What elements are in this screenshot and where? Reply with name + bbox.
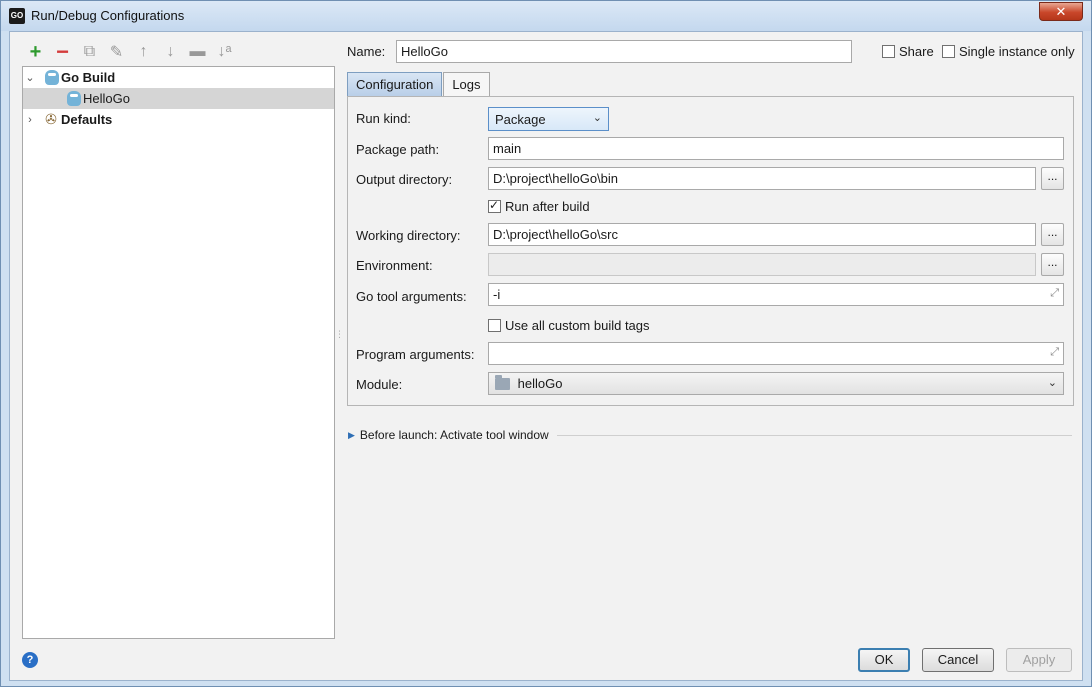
- program-arguments-label: Program arguments:: [356, 347, 475, 362]
- copy-configuration-button[interactable]: ⧉: [76, 40, 103, 64]
- name-label: Name:: [347, 44, 386, 59]
- output-directory-input[interactable]: D:\project\helloGo\bin: [488, 167, 1036, 190]
- configuration-tree[interactable]: ⌄ Go Build HelloGo › ✇ Defaults: [22, 66, 335, 639]
- tab-configuration[interactable]: Configuration: [347, 72, 443, 96]
- expand-icon[interactable]: ⤢: [1050, 346, 1059, 359]
- wrench-icon: ✇: [45, 111, 57, 127]
- run-kind-value: Package: [495, 112, 546, 127]
- share-checkbox[interactable]: Share: [882, 44, 934, 59]
- ok-button[interactable]: OK: [858, 648, 910, 672]
- chevron-down-icon: ⌄: [592, 112, 602, 124]
- expand-icon[interactable]: ⤢: [1050, 287, 1059, 300]
- package-path-input[interactable]: main: [488, 137, 1064, 160]
- before-launch-section[interactable]: ▶ Before launch: Activate tool window: [348, 428, 1072, 442]
- run-kind-label: Run kind:: [356, 111, 411, 126]
- tree-item-label: Go Build: [61, 70, 116, 85]
- run-kind-select[interactable]: Package ⌄: [488, 107, 609, 131]
- move-down-button[interactable]: ↓: [157, 40, 184, 64]
- chevron-down-icon[interactable]: ⌄: [23, 71, 37, 84]
- close-icon[interactable]: ✕: [1039, 2, 1083, 21]
- window-title: Run/Debug Configurations: [31, 8, 185, 23]
- remove-configuration-button[interactable]: −: [49, 39, 76, 64]
- checkbox-box[interactable]: [882, 45, 895, 58]
- working-directory-label: Working directory:: [356, 228, 461, 243]
- working-directory-input[interactable]: D:\project\helloGo\src: [488, 223, 1036, 246]
- single-instance-checkbox[interactable]: Single instance only: [942, 44, 1075, 59]
- configuration-panel: Run kind: Package ⌄ Package path: main O…: [347, 96, 1074, 406]
- go-tool-arguments-input[interactable]: -i ⤢: [488, 283, 1064, 306]
- chevron-down-icon: ⌄: [1047, 377, 1057, 389]
- tree-item-hellogo[interactable]: HelloGo: [23, 88, 334, 109]
- working-directory-browse-button[interactable]: ...: [1041, 223, 1064, 246]
- tree-item-label: Defaults: [61, 112, 113, 127]
- module-value: helloGo: [517, 376, 563, 391]
- divider: [556, 434, 1072, 436]
- run-after-build-label: Run after build: [505, 199, 590, 214]
- config-toolbar: + − ⧉ ✎ ↑ ↓ ▬ ↓ᵃ: [22, 39, 238, 64]
- cancel-button[interactable]: Cancel: [922, 648, 994, 672]
- checkbox-box[interactable]: [488, 198, 501, 213]
- edit-defaults-button[interactable]: ✎: [103, 40, 130, 64]
- output-directory-browse-button[interactable]: ...: [1041, 167, 1064, 190]
- before-launch-label: Before launch: Activate tool window: [359, 428, 549, 442]
- sort-button[interactable]: ↓ᵃ: [211, 40, 238, 64]
- module-label: Module:: [356, 377, 403, 392]
- chevron-right-icon[interactable]: ›: [23, 114, 37, 126]
- folder-button[interactable]: ▬: [184, 40, 211, 64]
- program-arguments-input[interactable]: ⤢: [488, 342, 1064, 365]
- apply-button: Apply: [1006, 648, 1072, 672]
- config-tabs: Configuration Logs: [347, 72, 491, 96]
- output-directory-label: Output directory:: [356, 172, 453, 187]
- checkbox-box[interactable]: [488, 319, 501, 332]
- environment-label: Environment:: [356, 258, 433, 273]
- run-debug-window: GO Run/Debug Configurations ✕ + − ⧉ ✎ ↑ …: [0, 0, 1092, 687]
- custom-build-tags-label: Use all custom build tags: [505, 318, 650, 333]
- title-bar: GO Run/Debug Configurations ✕: [1, 1, 1091, 31]
- folder-icon: [495, 375, 510, 390]
- share-label: Share: [899, 44, 934, 59]
- splitter-handle[interactable]: ⋮: [335, 330, 344, 346]
- tree-item-label: HelloGo: [83, 91, 130, 106]
- run-after-build-checkbox[interactable]: Run after build: [488, 198, 590, 214]
- add-configuration-button[interactable]: +: [22, 40, 49, 64]
- environment-browse-button[interactable]: ...: [1041, 253, 1064, 276]
- help-icon[interactable]: ?: [22, 652, 38, 668]
- checkbox-box[interactable]: [942, 45, 955, 58]
- environment-input: [488, 253, 1036, 276]
- custom-build-tags-checkbox[interactable]: Use all custom build tags: [488, 318, 650, 333]
- tab-logs[interactable]: Logs: [443, 72, 490, 96]
- tree-item-defaults[interactable]: › ✇ Defaults: [23, 109, 334, 130]
- tree-item-go-build[interactable]: ⌄ Go Build: [23, 67, 334, 88]
- go-app-icon: GO: [9, 8, 25, 24]
- move-up-button[interactable]: ↑: [130, 40, 157, 64]
- name-input[interactable]: HelloGo: [396, 40, 852, 63]
- go-tool-arguments-value: -i: [493, 287, 501, 302]
- gopher-icon: [67, 91, 81, 106]
- module-select[interactable]: helloGo ⌄: [488, 372, 1064, 395]
- expand-triangle-icon[interactable]: ▶: [348, 430, 355, 441]
- go-tool-arguments-label: Go tool arguments:: [356, 289, 467, 304]
- single-instance-label: Single instance only: [959, 44, 1075, 59]
- package-path-label: Package path:: [356, 142, 440, 157]
- gopher-icon: [45, 70, 59, 85]
- dialog-client: + − ⧉ ✎ ↑ ↓ ▬ ↓ᵃ ⌄ Go Build HelloGo › ✇ …: [9, 31, 1083, 681]
